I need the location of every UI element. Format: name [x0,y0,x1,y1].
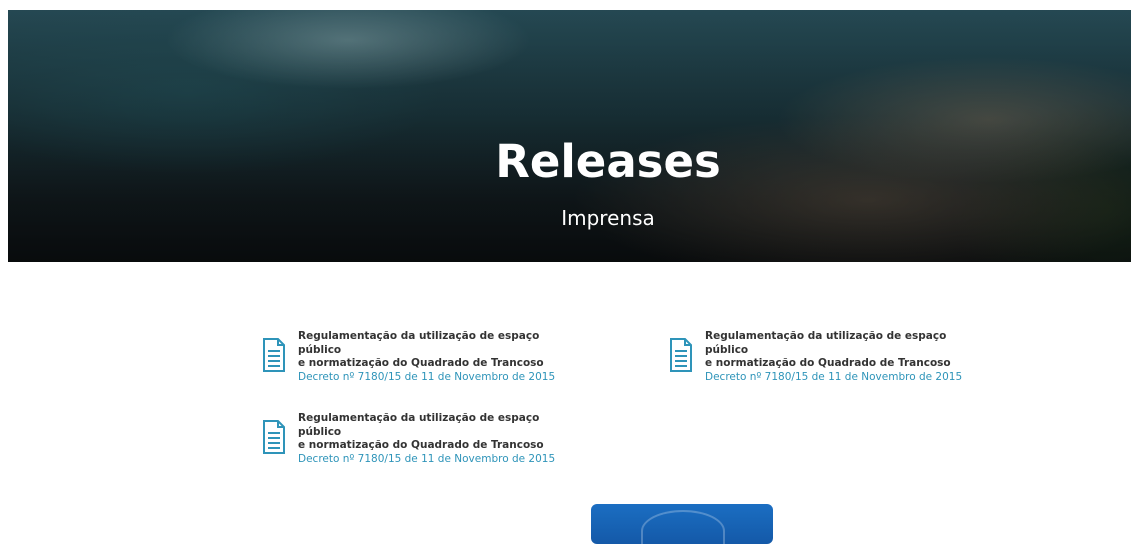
page-title: Releases [495,135,721,188]
document-icon [263,420,285,454]
document-icon [263,338,285,372]
release-title: Regulamentação da utilização de espaço p… [298,412,540,438]
hero-banner: Releases Imprensa [8,10,1131,262]
release-text: Regulamentação da utilização de espaço p… [298,330,562,384]
release-title: e normatização do Quadrado de Trancoso [705,357,951,369]
release-text: Regulamentação da utilização de espaço p… [298,412,562,466]
release-link[interactable]: Decreto nº 7180/15 de 11 de Novembro de … [298,453,562,467]
release-text: Regulamentação da utilização de espaço p… [705,330,969,384]
page-subtitle: Imprensa [561,206,655,230]
release-item[interactable]: Regulamentação da utilização de espaço p… [262,412,562,466]
release-link[interactable]: Decreto nº 7180/15 de 11 de Novembro de … [705,371,969,385]
release-title: Regulamentação da utilização de espaço p… [298,330,540,356]
release-item[interactable]: Regulamentação da utilização de espaço p… [669,330,969,384]
promo-card[interactable] [591,504,773,552]
release-link[interactable]: Decreto nº 7180/15 de 11 de Novembro de … [298,371,562,385]
release-title: e normatização do Quadrado de Trancoso [298,439,544,451]
release-title: e normatização do Quadrado de Trancoso [298,357,544,369]
release-title: Regulamentação da utilização de espaço p… [705,330,947,356]
release-item[interactable]: Regulamentação da utilização de espaço p… [262,330,562,384]
document-icon [670,338,692,372]
